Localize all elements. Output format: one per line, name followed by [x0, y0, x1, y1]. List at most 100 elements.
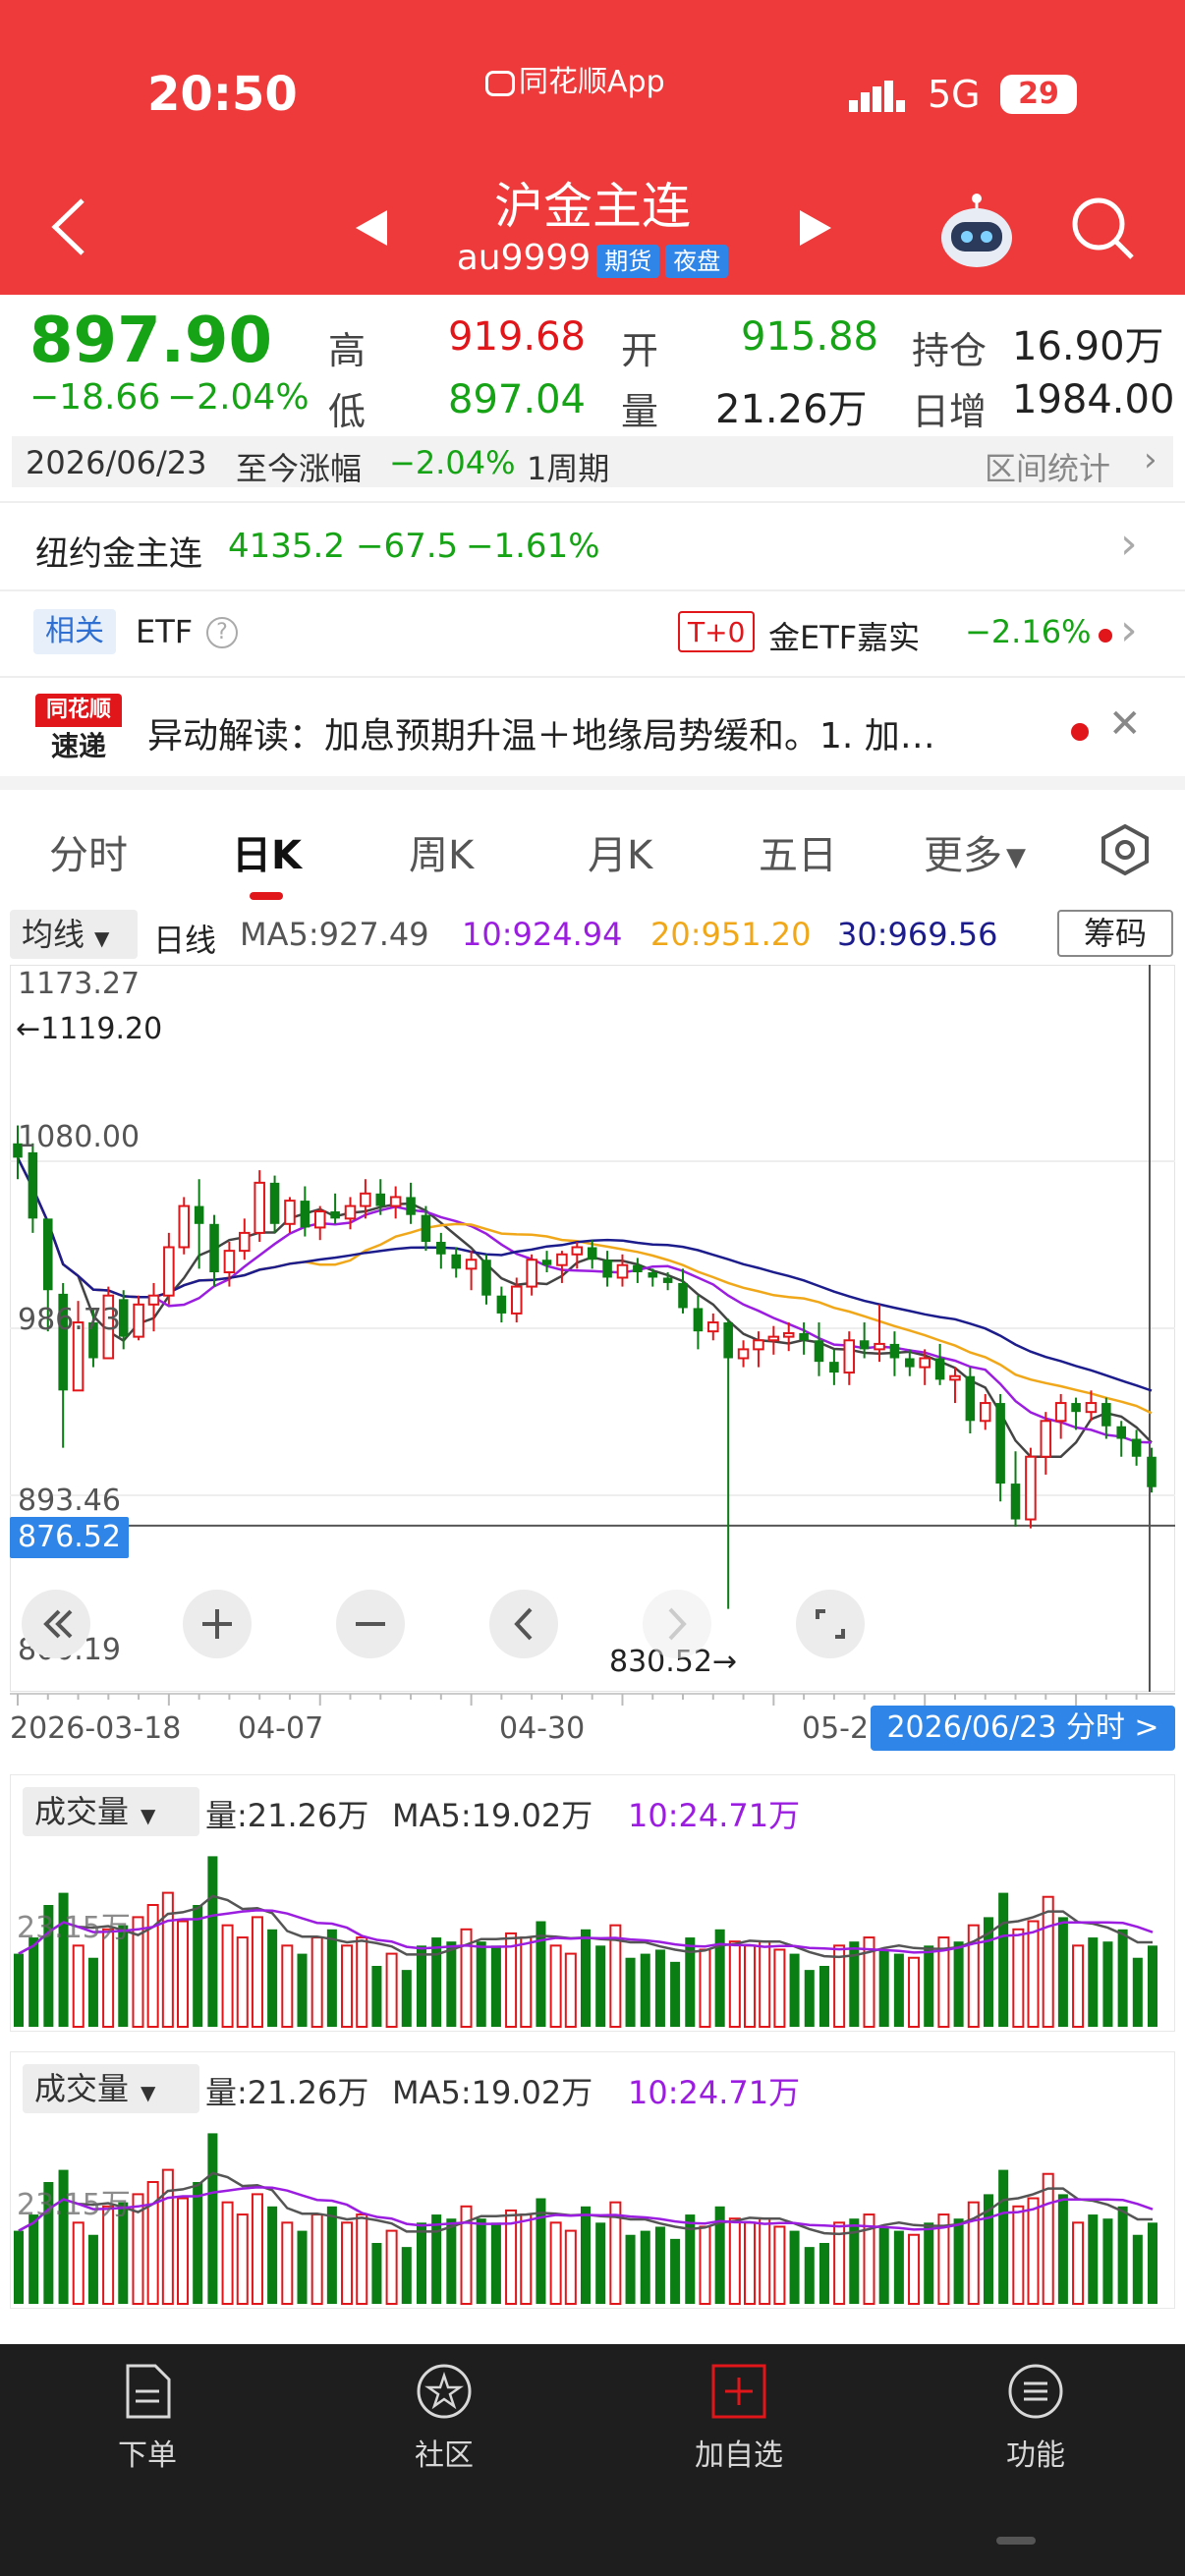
candle-body	[782, 1331, 795, 1338]
volume-bar	[341, 1944, 354, 2028]
open-interest-value: 16.90万	[1012, 324, 1164, 369]
candle-body	[344, 1204, 357, 1220]
x-axis: 2026-03-18 04-07 04-30 05-2 2026/06/23 分…	[10, 1692, 1175, 1761]
volume-bar	[773, 1948, 786, 2028]
bottom-nav-add-watch[interactable]: 加自选	[670, 2362, 808, 2474]
candle-body	[587, 1247, 597, 1260]
indicator-dropdown[interactable]: 均线 ▼	[10, 910, 138, 959]
period-bar[interactable]: 2026/06/23 至今涨幅 −2.04% 1周期 区间统计 ›	[12, 436, 1173, 487]
etf-row[interactable]: 相关 ETF ? T+0 金ETF嘉实 −2.16% ›	[0, 591, 1185, 676]
tab-weekly-k[interactable]: 周K	[409, 823, 474, 880]
contract-code: au9999	[456, 238, 592, 278]
volume-bar	[773, 2225, 786, 2305]
zoom-in-button[interactable]	[183, 1590, 252, 1658]
volume-bar	[87, 1957, 98, 2027]
candle-body	[465, 1259, 478, 1270]
y-tick-label: 1173.27	[18, 967, 141, 1001]
next-contract-icon[interactable]	[798, 208, 833, 252]
cursor-date-badge[interactable]: 2026/06/23 分时 >	[871, 1706, 1175, 1751]
fast-back-button[interactable]	[22, 1590, 90, 1658]
volume-bar	[251, 2193, 263, 2305]
candle-body	[556, 1253, 568, 1266]
open-value: 915.88	[741, 314, 878, 360]
tab-intraday[interactable]: 分时	[49, 823, 128, 880]
battery-icon: 29	[1000, 75, 1077, 114]
candle-body	[436, 1242, 446, 1255]
zoom-out-button[interactable]	[336, 1590, 405, 1658]
tab-daily-k[interactable]: 日K	[232, 823, 302, 880]
price-change: −18.66	[29, 377, 161, 418]
volume-bar	[356, 2213, 368, 2305]
robot-assistant-icon[interactable]	[937, 193, 1016, 273]
ma30-value: 30:969.56	[837, 916, 998, 953]
kline-svg[interactable]	[10, 965, 1175, 1692]
volume-ref-label: 23.15万	[17, 1911, 131, 1945]
candle-body	[979, 1402, 991, 1423]
bottom-nav-order[interactable]: 下单	[79, 2362, 216, 2474]
next-candle-button[interactable]	[643, 1590, 711, 1658]
volume-bar	[953, 1941, 964, 2027]
volume-bar	[416, 2222, 426, 2304]
volume-bar	[476, 2218, 486, 2304]
fullscreen-button[interactable]	[796, 1590, 865, 1658]
kline-chart[interactable]: 1173.27 1080.00 986.73 893.46 800.19 ←11…	[10, 965, 1175, 1692]
close-icon[interactable]: ✕	[1108, 701, 1142, 747]
candle-body	[919, 1357, 931, 1369]
volume-bar	[385, 2229, 398, 2306]
news-row[interactable]: 同花顺 速递 异动解读：加息预期升温＋地缘局势缓和。1. 加… ✕	[0, 678, 1185, 776]
volume-bar	[654, 1949, 665, 2027]
ma5-value: MA5:927.49	[240, 916, 429, 953]
cursor-price-badge: 876.52	[10, 1517, 129, 1558]
settings-hexagon-icon[interactable]	[1099, 823, 1152, 880]
news-headline[interactable]: 异动解读：加息预期升温＋地缘局势缓和。1. 加…	[147, 707, 935, 758]
chip-distribution-button[interactable]: 筹码	[1057, 910, 1173, 957]
y-tick-label: 986.73	[18, 1303, 121, 1337]
high-label: 高	[328, 329, 367, 372]
comex-price: 4135.2	[228, 527, 345, 566]
volume-bar	[371, 1966, 382, 2027]
bottom-nav-menu[interactable]: 功能	[967, 2362, 1104, 2474]
tab-five-day[interactable]: 五日	[759, 823, 837, 880]
candle-body	[147, 1294, 160, 1306]
status-app-label: 同花顺App	[485, 57, 665, 100]
volume-bar	[549, 2221, 562, 2305]
status-time: 20:50	[147, 67, 298, 122]
volume-bar	[804, 2247, 815, 2304]
search-icon[interactable]	[1071, 196, 1136, 265]
chevron-right-icon: ›	[1120, 605, 1138, 655]
range-stats-link[interactable]: 区间统计	[985, 444, 1110, 489]
bottom-nav-community[interactable]: 社区	[375, 2362, 513, 2474]
prev-candle-button[interactable]	[489, 1590, 558, 1658]
news-logo-bottom: 速递	[50, 730, 106, 762]
comex-pct: −1.61%	[466, 527, 600, 566]
candle-body	[389, 1196, 402, 1207]
volume-bar	[1012, 2205, 1025, 2305]
volume-panel[interactable]: 成交量 ▼ 量:21.26万 MA5:19.02万 10:24.71万 23.15…	[10, 2051, 1175, 2309]
home-indicator	[996, 2537, 1036, 2545]
candle-body	[194, 1205, 204, 1224]
volume-bar	[193, 2182, 203, 2304]
volume-bar	[177, 1920, 190, 2029]
candle-body	[406, 1197, 416, 1215]
volume-bar	[998, 1892, 1009, 2027]
related-comex-row[interactable]: 纽约金主连 4135.2 −67.5 −1.61% ›	[0, 503, 1185, 589]
community-icon	[417, 2364, 472, 2419]
candle-body	[1040, 1420, 1052, 1458]
tab-monthly-k[interactable]: 月K	[588, 823, 652, 880]
volume-panel[interactable]: 成交量 ▼ 量:21.26万 MA5:19.02万 10:24.71万 23.15…	[10, 1774, 1175, 2032]
ma-bar: 均线 ▼ 日线 MA5:927.49 10:924.94 20:951.20 30…	[0, 906, 1185, 963]
volume-bar	[744, 1944, 757, 2028]
volume-bar	[564, 1952, 577, 2029]
candle-body	[633, 1264, 643, 1273]
candle-body	[843, 1339, 856, 1374]
candle-body	[496, 1295, 507, 1314]
tab-more[interactable]: 更多 ▼	[924, 823, 1026, 880]
network-label: 5G	[928, 73, 981, 116]
volume-bar	[281, 2221, 294, 2305]
volume-bar	[431, 1937, 442, 2027]
volume-bar	[699, 2225, 711, 2305]
help-icon[interactable]: ?	[206, 617, 238, 648]
candle-body	[965, 1375, 976, 1422]
last-price: 897.90	[29, 305, 272, 377]
volume-bar	[1117, 2206, 1128, 2304]
